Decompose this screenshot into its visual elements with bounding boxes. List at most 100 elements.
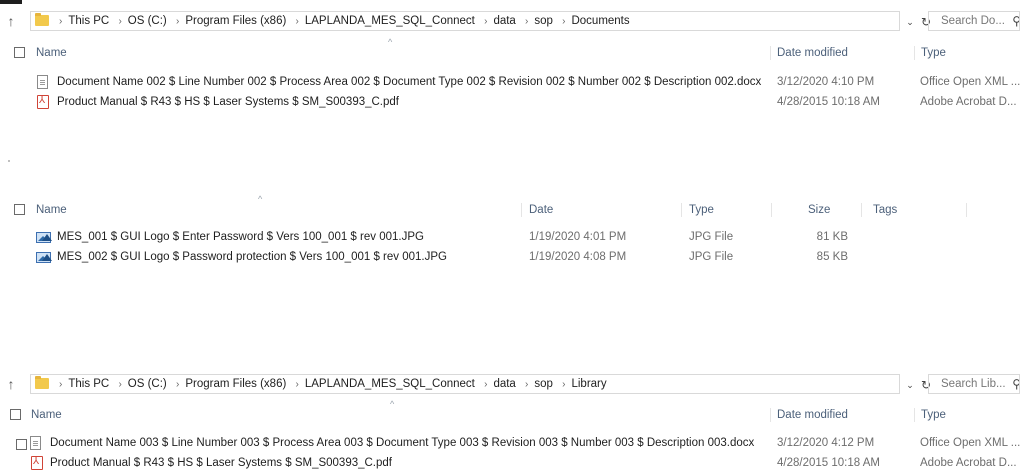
column-divider[interactable]	[770, 46, 771, 60]
breadcrumb-item[interactable]: This PC	[68, 15, 109, 27]
breadcrumb-item[interactable]: Library	[571, 378, 606, 390]
address-row-documents: ↑ › This PC › OS (C:) › Program Files (x86)…	[0, 10, 1020, 34]
breadcrumb-item[interactable]: sop	[534, 15, 553, 27]
chevron-right-icon[interactable]: ›	[525, 16, 528, 27]
column-header-name[interactable]: Name	[36, 203, 67, 217]
file-date: 4/28/2015 10:18 AM	[777, 96, 880, 108]
jpg-file-icon	[36, 232, 52, 243]
chevron-right-icon[interactable]: ›	[525, 379, 528, 390]
divider-dot	[8, 160, 10, 162]
up-arrow-icon[interactable]: ↑	[4, 376, 18, 392]
column-divider[interactable]	[914, 46, 915, 60]
column-divider[interactable]	[770, 408, 771, 422]
pdf-file-icon	[37, 95, 49, 109]
list-item[interactable]: Document Name 003 $ Line Number 003 $ Pr…	[0, 434, 1020, 454]
up-arrow-icon[interactable]: ↑	[4, 13, 18, 29]
chevron-right-icon: ›	[59, 379, 63, 390]
docx-file-icon	[30, 436, 41, 450]
search-placeholder: Search Do...	[941, 15, 1005, 27]
column-header-row: Name ^ Date modified Type	[0, 37, 1020, 67]
row-checkbox[interactable]	[16, 439, 27, 450]
window-edge	[0, 0, 22, 4]
sort-caret-icon: ^	[258, 194, 263, 204]
column-header-row: Name ^ Date modified Type	[0, 399, 1020, 429]
list-item[interactable]: Product Manual $ R43 $ HS $ Laser System…	[0, 454, 1020, 474]
file-name[interactable]: Product Manual $ R43 $ HS $ Laser System…	[50, 454, 392, 472]
file-type: JPG File	[689, 251, 734, 263]
breadcrumb-item[interactable]: Program Files (x86)	[185, 15, 286, 27]
column-header-type[interactable]: Type	[921, 408, 946, 422]
address-bar[interactable]: › This PC › OS (C:) › Program Files (x86) ›…	[30, 11, 931, 31]
column-divider[interactable]	[771, 203, 772, 217]
chevron-right-icon[interactable]: ›	[562, 16, 565, 27]
file-name[interactable]: Document Name 002 $ Line Number 002 $ Pr…	[57, 73, 761, 91]
breadcrumb-item[interactable]: OS (C:)	[128, 15, 167, 27]
chevron-down-icon[interactable]: ⌄	[904, 16, 916, 28]
chevron-right-icon[interactable]: ›	[296, 16, 299, 27]
column-divider[interactable]	[966, 203, 967, 217]
column-divider[interactable]	[914, 408, 915, 422]
file-date: 1/19/2020 4:08 PM	[529, 251, 627, 263]
chevron-right-icon[interactable]: ›	[484, 379, 487, 390]
breadcrumb-item[interactable]: LAPLANDA_MES_SQL_Connect	[305, 378, 475, 390]
column-divider[interactable]	[861, 203, 862, 217]
file-type: Office Open XML ...	[920, 76, 1020, 88]
chevron-right-icon[interactable]: ›	[118, 379, 121, 390]
select-all-checkbox[interactable]	[10, 409, 21, 420]
file-name[interactable]: Product Manual $ R43 $ HS $ Laser System…	[57, 93, 399, 111]
list-item[interactable]: MES_001 $ GUI Logo $ Enter Password $ Ve…	[0, 228, 1020, 248]
file-name[interactable]: MES_001 $ GUI Logo $ Enter Password $ Ve…	[57, 228, 424, 246]
list-item[interactable]: Product Manual $ R43 $ HS $ Laser System…	[0, 93, 1020, 113]
breadcrumb-item[interactable]: data	[493, 15, 515, 27]
column-divider[interactable]	[681, 203, 682, 217]
file-name[interactable]: MES_002 $ GUI Logo $ Password protection…	[57, 248, 447, 266]
column-divider[interactable]	[521, 203, 522, 217]
breadcrumb-item[interactable]: Documents	[571, 15, 629, 27]
search-placeholder: Search Lib...	[941, 378, 1006, 390]
chevron-right-icon[interactable]: ›	[176, 16, 179, 27]
chevron-right-icon[interactable]: ›	[484, 16, 487, 27]
file-size: 81 KB	[816, 231, 848, 243]
file-size: 85 KB	[816, 251, 848, 263]
column-header-name[interactable]: Name	[31, 408, 62, 422]
select-all-checkbox[interactable]	[14, 204, 25, 215]
list-item[interactable]: Document Name 002 $ Line Number 002 $ Pr…	[0, 73, 1020, 93]
breadcrumb-item[interactable]: Program Files (x86)	[185, 378, 286, 390]
column-header-row: Name ^ Date Type Size Tags	[0, 194, 1020, 224]
file-date: 4/28/2015 10:18 AM	[777, 457, 880, 469]
file-date: 3/12/2020 4:12 PM	[777, 437, 875, 449]
folder-icon	[35, 13, 49, 26]
breadcrumb-item[interactable]: sop	[534, 378, 553, 390]
select-all-checkbox[interactable]	[14, 47, 25, 58]
chevron-down-icon[interactable]: ⌄	[904, 379, 916, 391]
file-date: 3/12/2020 4:10 PM	[777, 76, 875, 88]
breadcrumb-item[interactable]: This PC	[68, 378, 109, 390]
column-header-size[interactable]: Size	[808, 203, 830, 217]
column-header-name[interactable]: Name	[36, 46, 67, 60]
list-item[interactable]: MES_002 $ GUI Logo $ Password protection…	[0, 248, 1020, 268]
address-bar[interactable]: › This PC › OS (C:) › Program Files (x86) ›…	[30, 374, 931, 394]
breadcrumb-item[interactable]: OS (C:)	[128, 378, 167, 390]
address-row-library: ↑ › This PC › OS (C:) › Program Files (x86)…	[0, 373, 1020, 397]
file-type: Adobe Acrobat D...	[920, 457, 1017, 469]
file-type: Adobe Acrobat D...	[920, 96, 1017, 108]
column-header-tags[interactable]: Tags	[873, 203, 897, 217]
breadcrumb-item[interactable]: data	[493, 378, 515, 390]
file-name[interactable]: Document Name 003 $ Line Number 003 $ Pr…	[50, 434, 754, 452]
chevron-right-icon[interactable]: ›	[562, 379, 565, 390]
search-input[interactable]: Search Lib... ⚲	[928, 374, 1020, 394]
column-header-type[interactable]: Type	[921, 46, 946, 60]
search-icon[interactable]: ⚲	[1012, 12, 1019, 30]
chevron-right-icon[interactable]: ›	[296, 379, 299, 390]
column-header-type[interactable]: Type	[689, 203, 714, 217]
docx-file-icon	[37, 75, 48, 89]
column-header-date[interactable]: Date modified	[777, 408, 848, 422]
column-header-date[interactable]: Date	[529, 203, 553, 217]
chevron-right-icon[interactable]: ›	[176, 379, 179, 390]
breadcrumb-item[interactable]: LAPLANDA_MES_SQL_Connect	[305, 15, 475, 27]
search-icon[interactable]: ⚲	[1012, 375, 1019, 393]
sort-caret-icon: ^	[390, 399, 395, 409]
search-input[interactable]: Search Do... ⚲	[928, 11, 1020, 31]
chevron-right-icon[interactable]: ›	[118, 16, 121, 27]
column-header-date[interactable]: Date modified	[777, 46, 848, 60]
